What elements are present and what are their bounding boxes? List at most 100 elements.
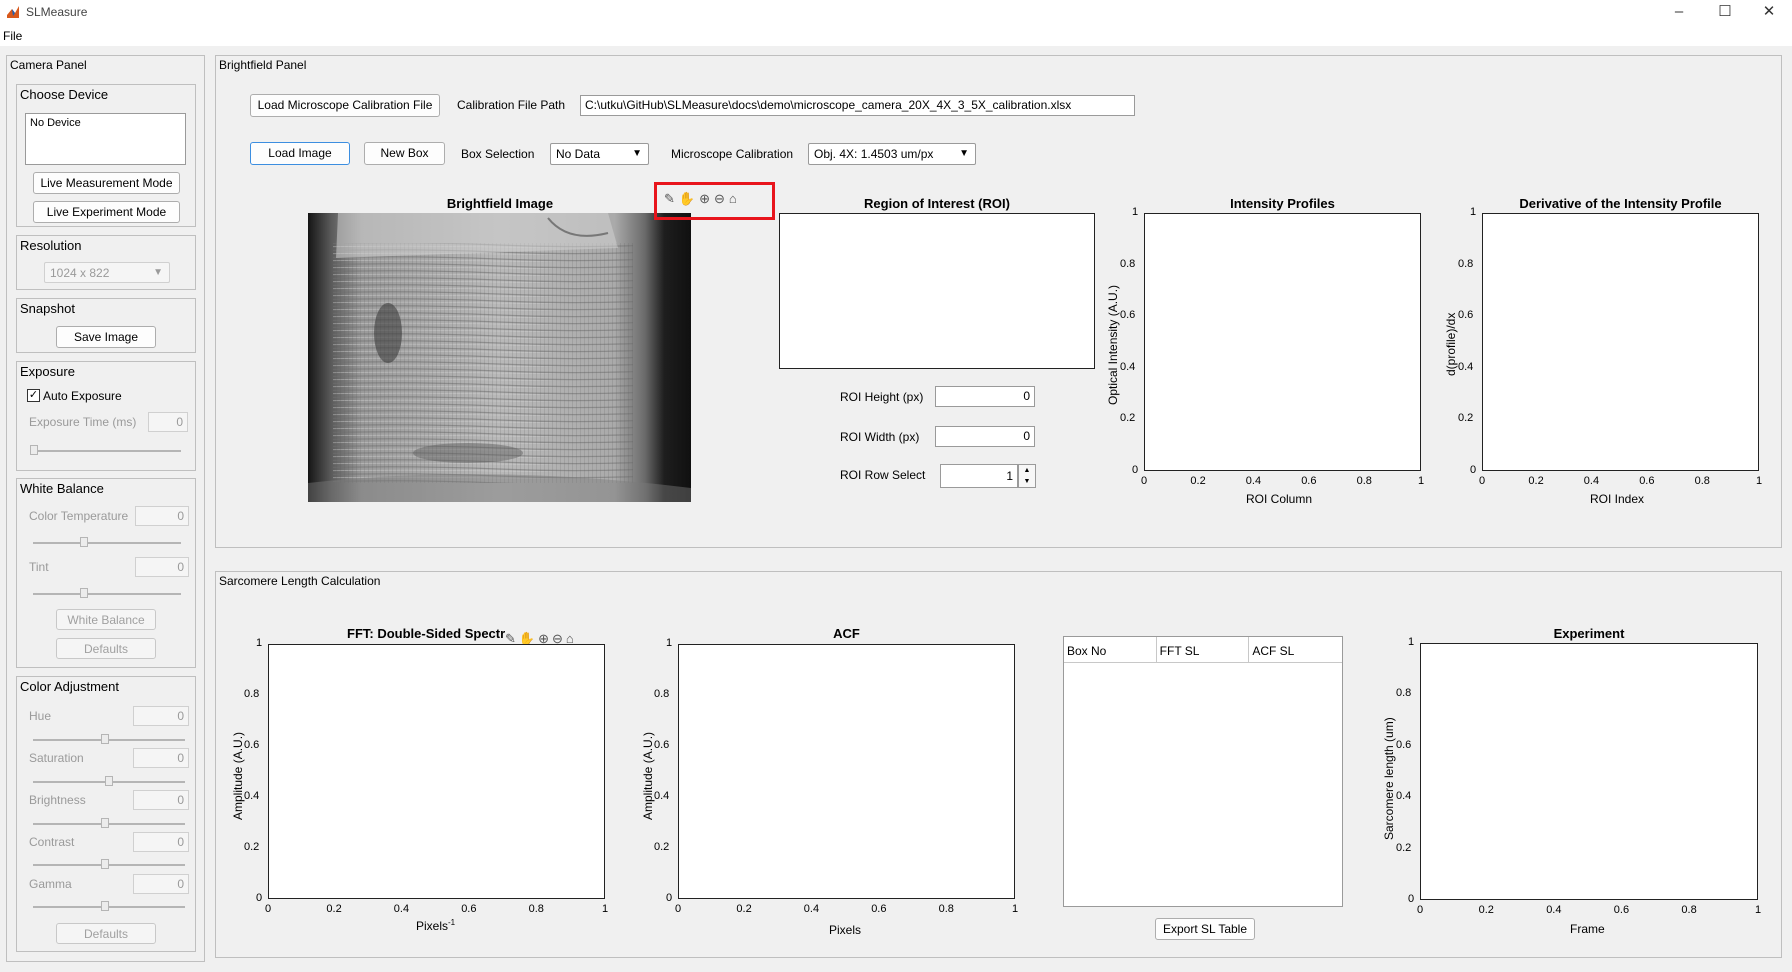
sl-table[interactable]: Box No FFT SL ACF SL bbox=[1063, 636, 1343, 907]
derivative-xtick-label: 0 bbox=[1479, 475, 1486, 487]
color-adjustment-title: Color Adjustment bbox=[20, 679, 119, 694]
contrast-field[interactable]: 0 bbox=[133, 832, 189, 852]
roi-width-field[interactable]: 0 bbox=[935, 426, 1035, 447]
hue-slider[interactable] bbox=[33, 739, 185, 741]
fft-axes[interactable] bbox=[268, 644, 605, 899]
resolution-dropdown[interactable]: 1024 x 822 ▼ bbox=[44, 262, 170, 283]
sl-table-col-acf-sl[interactable]: ACF SL bbox=[1249, 637, 1342, 662]
intensity-xtick-label: 0 bbox=[1141, 475, 1148, 487]
device-listbox[interactable]: No Device bbox=[25, 113, 186, 165]
roi-axes[interactable] bbox=[779, 213, 1095, 369]
color-adjustment-defaults-button[interactable]: Defaults bbox=[56, 923, 156, 944]
minimize-icon[interactable]: – bbox=[1656, 0, 1702, 26]
tint-label: Tint bbox=[29, 560, 49, 574]
acf-xtick-label: 0 bbox=[675, 903, 682, 915]
new-box-button[interactable]: New Box bbox=[364, 142, 445, 165]
home-icon[interactable]: ⌂ bbox=[729, 191, 737, 207]
maximize-icon[interactable]: ☐ bbox=[1702, 0, 1748, 26]
acf-xtick-label: 0.8 bbox=[938, 903, 954, 915]
sl-table-col-fft-sl[interactable]: FFT SL bbox=[1157, 637, 1250, 662]
fft-xlabel-superscript: -1 bbox=[448, 918, 456, 927]
brightness-slider[interactable] bbox=[33, 823, 185, 825]
acf-ylabel: Amplitude (A.U.) bbox=[641, 731, 655, 820]
hue-field[interactable]: 0 bbox=[133, 706, 189, 726]
export-sl-table-button[interactable]: Export SL Table bbox=[1155, 918, 1255, 940]
acf-ytick-label: 0.2 bbox=[654, 841, 670, 853]
chevron-down-icon: ▼ bbox=[153, 267, 163, 278]
experiment-axes[interactable] bbox=[1420, 643, 1758, 900]
derivative-xtick-label: 0.6 bbox=[1639, 475, 1655, 487]
white-balance-defaults-button[interactable]: Defaults bbox=[56, 638, 156, 659]
live-measurement-mode-button[interactable]: Live Measurement Mode bbox=[33, 172, 180, 194]
brightness-slider-thumb[interactable] bbox=[101, 818, 109, 828]
gamma-slider[interactable] bbox=[33, 906, 185, 908]
device-list-item[interactable]: No Device bbox=[26, 114, 185, 132]
derivative-ytick-label: 1 bbox=[1470, 206, 1477, 218]
close-icon[interactable]: ✕ bbox=[1746, 0, 1792, 26]
exposure-slider[interactable] bbox=[30, 450, 181, 452]
pan-hand-icon[interactable]: ✋ bbox=[679, 191, 695, 207]
color-temperature-slider[interactable] bbox=[33, 542, 181, 544]
acf-xtick-label: 1 bbox=[1012, 903, 1019, 915]
exposure-slider-thumb[interactable] bbox=[30, 445, 38, 455]
spinner-up-icon[interactable]: ▲ bbox=[1019, 465, 1035, 476]
load-image-button[interactable]: Load Image bbox=[250, 142, 350, 165]
gamma-slider-thumb[interactable] bbox=[101, 901, 109, 911]
sl-table-col-box-no[interactable]: Box No bbox=[1064, 637, 1157, 662]
derivative-axes[interactable] bbox=[1482, 213, 1759, 471]
derivative-xlabel: ROI Index bbox=[1590, 492, 1645, 506]
acf-ytick-label: 1 bbox=[666, 637, 673, 649]
auto-exposure-checkbox[interactable]: ✓ bbox=[27, 389, 40, 402]
tint-field[interactable]: 0 bbox=[135, 557, 189, 577]
white-balance-button[interactable]: White Balance bbox=[56, 609, 156, 630]
brightfield-image[interactable] bbox=[308, 213, 691, 502]
color-temperature-slider-thumb[interactable] bbox=[80, 537, 88, 547]
brightness-field[interactable]: 0 bbox=[133, 790, 189, 810]
box-selection-dropdown[interactable]: No Data ▼ bbox=[550, 143, 649, 165]
experiment-ytick-label: 0.6 bbox=[1396, 738, 1412, 751]
fft-ytick-label: 1 bbox=[256, 637, 263, 649]
save-image-button[interactable]: Save Image bbox=[56, 326, 156, 348]
tint-slider-thumb[interactable] bbox=[80, 588, 88, 598]
experiment-xtick-label: 0.8 bbox=[1681, 904, 1697, 916]
gamma-field[interactable]: 0 bbox=[133, 874, 189, 894]
tint-slider[interactable] bbox=[33, 593, 181, 595]
live-experiment-mode-button[interactable]: Live Experiment Mode bbox=[33, 201, 180, 223]
roi-height-field[interactable]: 0 bbox=[935, 386, 1035, 407]
color-temperature-field[interactable]: 0 bbox=[135, 506, 189, 526]
calibration-path-field[interactable]: C:\utku\GitHub\SLMeasure\docs\demo\micro… bbox=[580, 95, 1135, 116]
saturation-field[interactable]: 0 bbox=[133, 748, 189, 768]
axes-toolbar: ✎ ✋ ⊕ ⊖ ⌂ bbox=[664, 191, 737, 207]
intensity-profiles-axes[interactable] bbox=[1144, 213, 1421, 471]
experiment-xtick-label: 1 bbox=[1755, 904, 1762, 916]
acf-axes[interactable] bbox=[678, 644, 1015, 899]
fft-ytick-label: 0.8 bbox=[244, 688, 260, 700]
microscope-calibration-label: Microscope Calibration bbox=[671, 147, 794, 161]
intensity-ytick-label: 0.8 bbox=[1120, 257, 1136, 270]
load-calibration-button[interactable]: Load Microscope Calibration File bbox=[250, 94, 440, 117]
menu-file[interactable]: File bbox=[3, 29, 22, 43]
auto-exposure-label: Auto Exposure bbox=[43, 389, 122, 403]
fft-xtick-label: 0.4 bbox=[393, 903, 410, 915]
contrast-slider[interactable] bbox=[33, 864, 185, 866]
chevron-down-icon: ▼ bbox=[632, 148, 642, 159]
fft-xlabel-text: Pixels bbox=[416, 919, 449, 933]
microscope-calibration-dropdown[interactable]: Obj. 4X: 1.4503 um/px ▼ bbox=[808, 143, 976, 165]
roi-width-label: ROI Width (px) bbox=[840, 430, 920, 444]
spinner-down-icon[interactable]: ▼ bbox=[1019, 476, 1035, 487]
hue-slider-thumb[interactable] bbox=[101, 734, 109, 744]
data-tips-icon[interactable]: ✎ bbox=[664, 191, 675, 207]
hue-label: Hue bbox=[29, 709, 52, 723]
roi-row-spinner[interactable]: ▲ ▼ bbox=[1018, 464, 1036, 488]
zoom-in-icon[interactable]: ⊕ bbox=[699, 191, 710, 207]
exposure-time-field[interactable]: 0 bbox=[148, 412, 188, 432]
saturation-slider-thumb[interactable] bbox=[105, 776, 113, 786]
derivative-ytick-label: 0.2 bbox=[1458, 412, 1474, 425]
zoom-out-icon[interactable]: ⊖ bbox=[714, 191, 725, 207]
resolution-title: Resolution bbox=[20, 238, 82, 253]
fft-xtick-label: 0.8 bbox=[528, 903, 544, 915]
roi-row-select-field[interactable]: 1 bbox=[940, 464, 1018, 488]
acf-xtick-label: 0.6 bbox=[871, 903, 887, 915]
roi-height-label: ROI Height (px) bbox=[840, 390, 924, 404]
contrast-slider-thumb[interactable] bbox=[101, 859, 109, 869]
